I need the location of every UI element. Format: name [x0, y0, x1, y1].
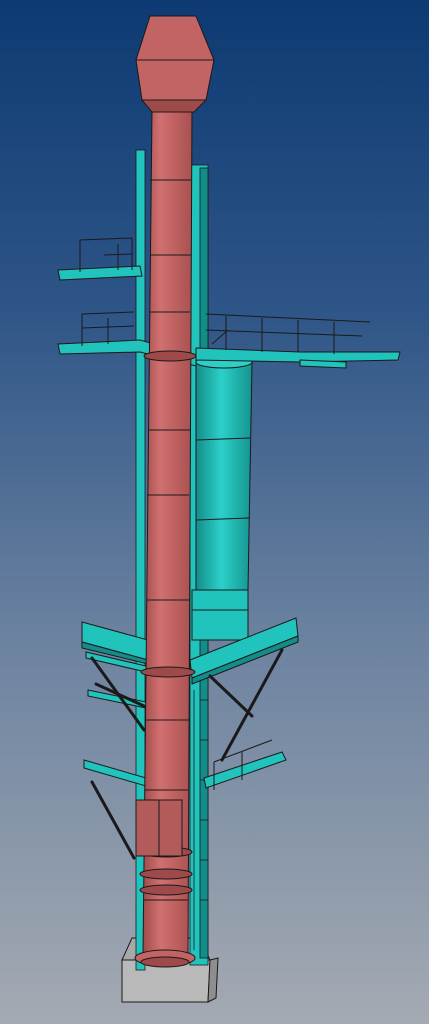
tank-cylinder [191, 355, 253, 641]
access-hatch [135, 799, 183, 857]
upper-platform-left [57, 237, 143, 281]
base-flange [134, 949, 196, 968]
cad-viewport[interactable] [0, 0, 429, 1024]
chimney-cap [135, 15, 215, 113]
chimney-model [57, 15, 401, 1003]
right-walkway [195, 313, 401, 369]
